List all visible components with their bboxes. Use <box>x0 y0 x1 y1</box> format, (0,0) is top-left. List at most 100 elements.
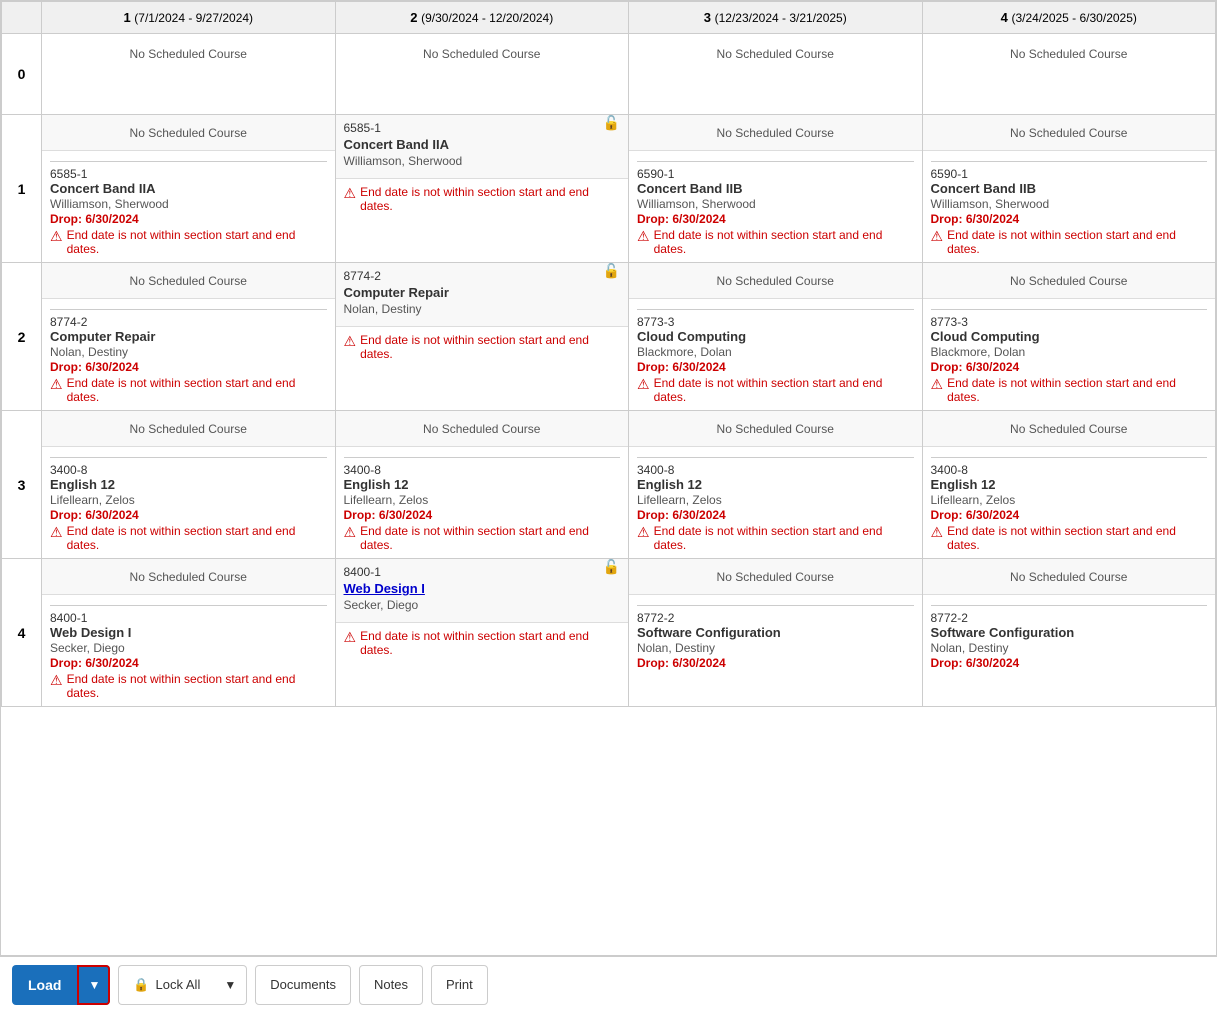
course-num-r1-c2: 6590-1 <box>637 167 674 181</box>
header-col4: 4 (3/24/2025 - 6/30/2025) <box>922 2 1216 34</box>
course-name-top-r4-c1: Web Design I <box>344 581 425 596</box>
error-msg-r3-c3: ⚠End date is not within section start an… <box>931 524 1208 552</box>
error-icon-r3-c2: ⚠ <box>637 524 650 541</box>
cell-r1-c1[interactable]: 6585-1Concert Band IIAWilliamson, Sherwo… <box>335 115 629 263</box>
load-button[interactable]: Load <box>12 965 77 1005</box>
notes-button[interactable]: Notes <box>359 965 423 1005</box>
course-num-r3-c0: 3400-8 <box>50 463 87 477</box>
course-num-r4-c1: 8400-1 <box>344 565 381 579</box>
cell-r1-c3[interactable]: No Scheduled Course6590-1Concert Band II… <box>922 115 1216 263</box>
error-icon-r4-c0: ⚠ <box>50 672 63 689</box>
lock-all-button[interactable]: 🔒 Lock All <box>118 965 214 1005</box>
load-dropdown-button[interactable]: ▼ <box>77 965 110 1005</box>
cell-r2-c3[interactable]: No Scheduled Course 8773-3Cloud Computing… <box>922 263 1216 411</box>
cell-r1-c2[interactable]: No Scheduled Course6590-1Concert Band II… <box>629 115 923 263</box>
cell-r0-c1[interactable]: No Scheduled Course <box>335 34 629 115</box>
error-icon-r2-c1: ⚠ <box>344 333 357 350</box>
course-name-r2-c0: Computer Repair <box>50 329 155 344</box>
cell-r4-c3[interactable]: No Scheduled Course8772-2Software Config… <box>922 559 1216 707</box>
top-label-r2-c0: No Scheduled Course <box>130 274 247 288</box>
cell-r4-c0[interactable]: No Scheduled Course 8400-1Web Design ISec… <box>42 559 336 707</box>
error-text-r2-c2: End date is not within section start and… <box>654 376 914 404</box>
top-label-r3-c0: No Scheduled Course <box>130 422 247 436</box>
header-col3: 3 (12/23/2024 - 3/21/2025) <box>629 2 923 34</box>
error-msg-r1-c0: ⚠End date is not within section start an… <box>50 228 327 256</box>
course-name-r2-c3: Cloud Computing <box>931 329 1040 344</box>
error-msg-r1-c3: ⚠End date is not within section start an… <box>931 228 1208 256</box>
course-name-r2-c2: Cloud Computing <box>637 329 746 344</box>
cell-r2-c2[interactable]: No Scheduled Course 8773-3Cloud Computing… <box>629 263 923 411</box>
course-num-r2-c1: 8774-2 <box>344 269 381 283</box>
error-icon-r1-c0: ⚠ <box>50 228 63 245</box>
col1-dates: (7/1/2024 - 9/27/2024) <box>134 11 253 25</box>
cell-r4-c1[interactable]: 8400-1Web Design ISecker, Diego🔓⚠End dat… <box>335 559 629 707</box>
error-icon-r2-c2: ⚠ <box>637 376 650 393</box>
error-icon-r2-c0: ⚠ <box>50 376 63 393</box>
lock-all-label: Lock All <box>156 977 201 992</box>
error-icon-r2-c3: ⚠ <box>931 376 944 393</box>
error-msg-r2-c3: ⚠End date is not within section start an… <box>931 376 1208 404</box>
course-num-r3-c1: 3400-8 <box>344 463 381 477</box>
lock-all-dropdown-button[interactable]: ▼ <box>214 965 247 1005</box>
course-name-top-r1-c1: Concert Band IIA <box>344 137 449 152</box>
error-icon-r3-c1: ⚠ <box>344 524 357 541</box>
course-name-r1-c2: Concert Band IIB <box>637 181 742 196</box>
top-label-r2-c3: No Scheduled Course <box>1010 274 1127 288</box>
cell-r3-c3[interactable]: No Scheduled Course3400-8English 12Lifel… <box>922 411 1216 559</box>
row-num-1: 1 <box>2 115 42 263</box>
col3-label: 3 <box>704 10 711 25</box>
course-num-r1-c0: 6585-1 <box>50 167 87 181</box>
row-num-2: 2 <box>2 263 42 411</box>
error-msg-r4-c0: ⚠End date is not within section start an… <box>50 672 327 700</box>
course-num-r4-c0: 8400-1 <box>50 611 87 625</box>
notes-label: Notes <box>374 977 408 992</box>
cell-r4-c2[interactable]: No Scheduled Course8772-2Software Config… <box>629 559 923 707</box>
course-num-r2-c3: 8773-3 <box>931 315 968 329</box>
cell-r0-c3[interactable]: No Scheduled Course <box>922 34 1216 115</box>
course-name-r3-c0: English 12 <box>50 477 115 492</box>
top-label-r2-c2: No Scheduled Course <box>717 274 834 288</box>
error-text-r1-c0: End date is not within section start and… <box>67 228 327 256</box>
error-msg-r2-c0: ⚠End date is not within section start an… <box>50 376 327 404</box>
error-icon-r3-c3: ⚠ <box>931 524 944 541</box>
course-num-r2-c2: 8773-3 <box>637 315 674 329</box>
cell-r0-c0[interactable]: No Scheduled Course <box>42 34 336 115</box>
cell-r1-c0[interactable]: No Scheduled Course6585-1Concert Band II… <box>42 115 336 263</box>
drop-date-r3-c3: Drop: 6/30/2024 <box>931 508 1020 522</box>
documents-button[interactable]: Documents <box>255 965 351 1005</box>
lock-icon-r1-c1: 🔓 <box>603 115 620 132</box>
course-name-r4-c0: Web Design I <box>50 625 131 640</box>
error-text-r3-c1: End date is not within section start and… <box>360 524 620 552</box>
course-name-r4-c3: Software Configuration <box>931 625 1075 640</box>
schedule-table: 1 (7/1/2024 - 9/27/2024) 2 (9/30/2024 - … <box>1 1 1216 707</box>
no-scheduled-r0-c1: No Scheduled Course <box>423 47 540 61</box>
cell-r3-c2[interactable]: No Scheduled Course3400-8English 12Lifel… <box>629 411 923 559</box>
cell-r0-c2[interactable]: No Scheduled Course <box>629 34 923 115</box>
teacher-r4-c0: Secker, Diego <box>50 641 125 655</box>
top-label-r3-c1: No Scheduled Course <box>423 422 540 436</box>
cell-r2-c1[interactable]: 8774-2Computer RepairNolan, Destiny🔓⚠End… <box>335 263 629 411</box>
cell-r3-c1[interactable]: No Scheduled Course3400-8English 12Lifel… <box>335 411 629 559</box>
teacher-r3-c2: Lifellearn, Zelos <box>637 493 722 507</box>
top-label-r4-c0: No Scheduled Course <box>130 570 247 584</box>
error-icon-r1-c3: ⚠ <box>931 228 944 245</box>
lock-icon: 🔒 <box>133 977 149 993</box>
error-icon-r4-c1: ⚠ <box>344 629 357 646</box>
error-msg-r3-c0: ⚠End date is not within section start an… <box>50 524 327 552</box>
cell-r2-c0[interactable]: No Scheduled Course 8774-2Computer Repair… <box>42 263 336 411</box>
course-num-r4-c3: 8772-2 <box>931 611 968 625</box>
no-scheduled-r0-c2: No Scheduled Course <box>717 47 834 61</box>
lock-icon-r4-c1: 🔓 <box>603 559 620 576</box>
drop-date-r1-c0: Drop: 6/30/2024 <box>50 212 139 226</box>
no-scheduled-r0-c0: No Scheduled Course <box>130 47 247 61</box>
course-name-r3-c3: English 12 <box>931 477 996 492</box>
error-text-r2-c0: End date is not within section start and… <box>67 376 327 404</box>
course-num-r3-c2: 3400-8 <box>637 463 674 477</box>
course-num-r2-c0: 8774-2 <box>50 315 87 329</box>
lock-arrow-icon: ▼ <box>224 978 236 992</box>
cell-r3-c0[interactable]: No Scheduled Course3400-8English 12Lifel… <box>42 411 336 559</box>
print-button[interactable]: Print <box>431 965 488 1005</box>
lock-icon-r2-c1: 🔓 <box>603 263 620 280</box>
error-text-r4-c1: End date is not within section start and… <box>360 629 620 657</box>
teacher-r3-c3: Lifellearn, Zelos <box>931 493 1016 507</box>
